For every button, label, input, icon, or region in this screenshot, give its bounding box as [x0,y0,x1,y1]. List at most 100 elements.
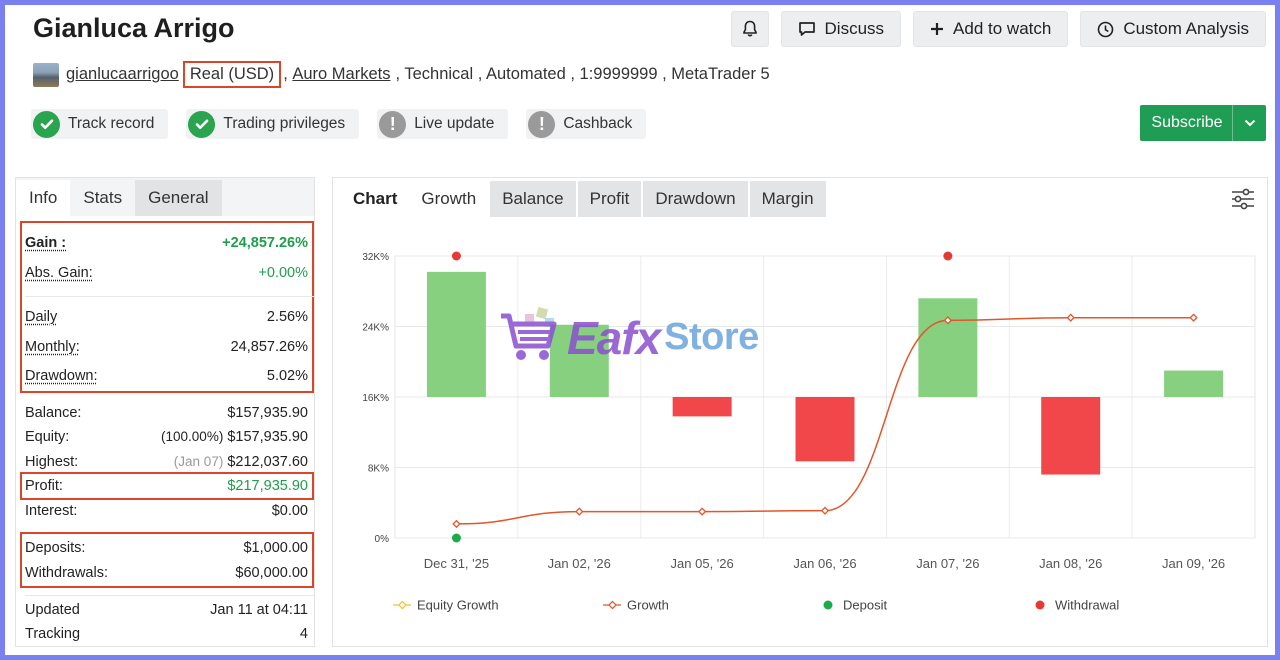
y-tick-label: 0% [375,534,390,545]
stat-label: Profit: [25,478,63,494]
stat-label: Tracking [25,626,81,642]
custom-analysis-label: Custom Analysis [1123,19,1249,38]
stat-label: Balance: [25,405,82,421]
chart-tabs: Chart Growth Balance Profit Drawdown Mar… [333,178,1267,220]
x-tick-label: Jan 09, '26 [1162,556,1225,571]
deposit-marker [451,533,461,543]
stat-value: +0.00% [258,265,308,281]
stat-daily: Daily 2.56% [16,306,314,328]
custom-analysis-button[interactable]: Custom Analysis [1080,11,1266,47]
withdrawal-marker [451,251,461,261]
chart-bar [1041,397,1101,475]
stat-label: Equity: [25,429,70,445]
tab-balance[interactable]: Balance [490,181,576,217]
stat-label: Daily [25,309,58,325]
x-tick-label: Jan 07, '26 [916,556,979,571]
legend-label: Deposit [843,598,887,613]
check-icon [188,110,216,138]
stat-abs-gain: Abs. Gain: +0.00% [16,262,314,284]
stat-label: Withdrawals: [25,565,108,581]
tab-profit[interactable]: Profit [577,181,642,217]
divider [25,595,314,596]
chart-bar [672,397,732,417]
y-tick-label: 8K% [368,464,389,475]
stat-label: Drawdown: [25,368,98,384]
page-title: Gianluca Arrigo [33,13,235,43]
x-tick-label: Dec 31, '25 [424,556,489,571]
username-link[interactable]: gianlucaarrigoo [66,65,179,84]
legend-label: Withdrawal [1055,598,1119,613]
tab-info[interactable]: Info [16,180,71,216]
stat-label: Abs. Gain: [25,265,93,281]
legend-marker [823,600,833,610]
stat-gain: Gain : +24,857.26% [16,232,314,254]
meta-comma: , [283,65,293,83]
stat-label: Highest: [25,454,79,470]
exclamation-icon: ! [528,110,556,138]
stat-value: $60,000.00 [235,565,308,581]
stat-value: 5.02% [266,368,308,384]
subscribe-label: Subscribe [1151,114,1223,131]
legend-label: Equity Growth [417,598,499,613]
stat-value: 4 [299,626,308,642]
stat-value: $1,000.00 [243,540,308,556]
notification-button[interactable] [730,11,769,47]
equity-pct: (100.00%) [161,429,224,444]
growth-chart: 0% 8K% 16K% 24K% 32K% Dec 31, '25 Jan 02, '26 J… [362,251,1256,613]
stat-value-group: (100.00%) $157,935.90 [161,429,308,445]
badge-trading-privileges[interactable]: Trading privileges [186,109,360,139]
account-meta: gianlucaarrigoo Real (USD) , Auro Market… [33,61,770,88]
check-icon [33,110,60,138]
stat-profit: Profit: $217,935.90 [16,475,314,497]
cart-icon [499,306,563,369]
stat-value: $157,935.90 [227,405,308,421]
tab-drawdown[interactable]: Drawdown [643,181,748,217]
badge-track-record[interactable]: Track record [31,109,169,139]
tab-chart[interactable]: Chart [341,181,408,217]
stat-value: +24,857.26% [222,235,308,251]
stat-label: Updated [25,602,80,618]
settings-sliders-icon[interactable] [1231,188,1255,215]
header-actions: Discuss Add to watch Custom Analysis [730,11,1266,47]
stat-value: $212,037.60 [227,454,308,470]
divider [25,296,314,297]
x-tick-label: Jan 02, '26 [548,556,611,571]
legend-marker [398,600,407,610]
discuss-button[interactable]: Discuss [780,11,902,47]
tab-general[interactable]: General [135,180,222,216]
stat-updated: Updated Jan 11 at 04:11 [16,599,314,621]
stat-monthly: Monthly: 24,857.26% [16,336,314,358]
legend-label: Growth [627,598,669,613]
page-frame: Gianluca Arrigo Discuss Add to watch Cus… [5,5,1275,655]
stat-label: Interest: [25,503,78,519]
tab-margin[interactable]: Margin [749,181,826,217]
watermark-brand: Eafx [567,311,661,364]
withdrawal-marker [943,251,953,261]
clock-icon [1097,21,1114,38]
stat-label: Gain : [25,235,67,251]
stat-withdrawals: Withdrawals: $60,000.00 [16,562,314,584]
stat-equity: Equity: (100.00%) $157,935.90 [16,426,314,448]
y-tick-label: 32K% [362,252,389,263]
stat-value-group: (Jan 07) $212,037.60 [174,454,308,470]
badge-cashback[interactable]: ! Cashback [526,109,647,139]
badges-row: Track record Trading privileges ! Live u… [31,109,647,139]
stat-value: $157,935.90 [227,429,308,445]
avatar[interactable] [33,62,59,87]
stat-interest: Interest: $0.00 [16,500,314,522]
chevron-down-icon[interactable] [1232,105,1266,141]
tab-growth[interactable]: Growth [409,181,489,217]
chat-icon [798,21,816,37]
badge-label: Trading privileges [223,115,346,132]
y-tick-label: 24K% [362,323,389,334]
badge-label: Live update [414,115,495,132]
info-panel: Info Stats General Gain : +24,857.26% Ab… [15,177,315,647]
add-to-watch-button[interactable]: Add to watch [913,11,1069,47]
stat-tracking: Tracking 4 [16,623,314,645]
badge-live-update[interactable]: ! Live update [377,109,509,139]
tab-stats[interactable]: Stats [70,180,135,216]
chart-bar [426,271,486,397]
meta-details: , Technical , Automated , 1:9999999 , Me… [395,65,770,83]
broker-link[interactable]: Auro Markets [292,65,390,84]
subscribe-button[interactable]: Subscribe [1140,105,1266,141]
